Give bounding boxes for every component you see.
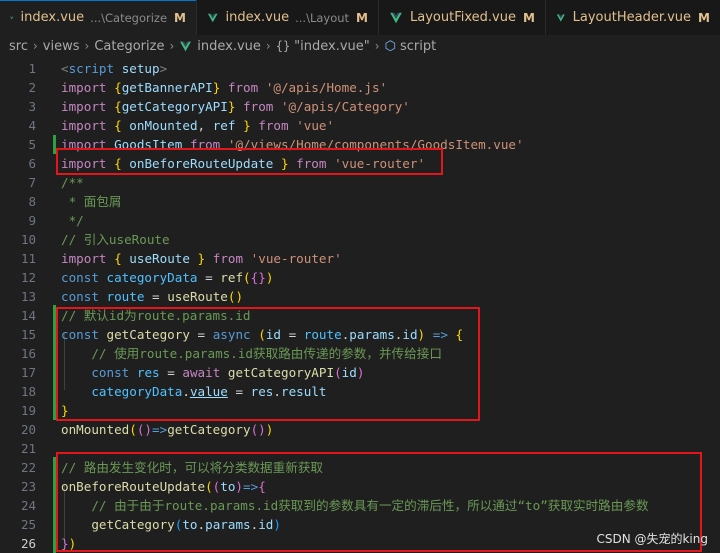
line-number: 5 <box>28 137 36 152</box>
code-line: const categoryData = ref({}) <box>61 270 274 285</box>
tab-layoutheader-vue[interactable]: LayoutHeader.vue M <box>546 0 720 35</box>
line-number: 21 <box>20 441 36 456</box>
code-line: * 面包屑 <box>61 194 122 209</box>
breadcrumb-file[interactable]: index.vue <box>197 39 261 54</box>
modified-badge: M <box>522 10 535 25</box>
modified-badge: M <box>356 10 368 25</box>
chevron-right-icon: › <box>374 39 380 53</box>
line-number: 20 <box>20 422 36 437</box>
vue-file-icon <box>180 41 192 51</box>
line-number: 10 <box>20 232 36 247</box>
breadcrumb: src › views › Categorize › index.vue › {… <box>0 35 720 57</box>
tab-description: ...\Layout <box>295 10 350 25</box>
code-line: onMounted(()=>getCategory()) <box>61 422 274 437</box>
code-editor[interactable]: 1 2 3 4 5 6 7 8 9 10 11 12 13 14 15 16 17 18 19 20 21 22 23 24 2… <box>0 57 720 553</box>
vue-file-icon <box>390 12 402 23</box>
code-line: */ <box>61 213 84 228</box>
line-number: 1 <box>28 61 36 76</box>
line-number: 14 <box>20 308 36 323</box>
code-line: /** <box>61 175 84 190</box>
line-number: 8 <box>28 194 36 209</box>
line-number: 7 <box>28 175 36 190</box>
line-number: 9 <box>28 213 36 228</box>
tab-index-vue-categorize[interactable]: index.vue ...\Categorize M <box>0 0 197 35</box>
line-number: 4 <box>28 118 36 133</box>
code-line: <script setup> <box>61 61 168 76</box>
line-number: 24 <box>20 498 36 513</box>
line-number: 13 <box>20 289 36 304</box>
chevron-right-icon: › <box>265 39 271 53</box>
breadcrumb-symbol[interactable]: "index.vue" <box>294 39 370 54</box>
tab-label: index.vue <box>225 10 290 25</box>
editor-tab-bar: index.vue ...\Categorize M index.vue ...… <box>0 0 720 35</box>
chevron-right-icon: › <box>32 39 38 53</box>
tab-label: LayoutHeader.vue <box>572 10 692 25</box>
symbol-cube-icon: ⬡ <box>384 38 396 54</box>
breadcrumb-script[interactable]: script <box>400 39 436 54</box>
breadcrumb-src[interactable]: src <box>9 39 28 54</box>
highlight-box <box>56 307 480 421</box>
tab-label: LayoutFixed.vue <box>410 10 516 25</box>
watermark: CSDN @失宠的king <box>596 532 708 546</box>
code-line: import {getCategoryAPI} from '@/apis/Cat… <box>61 99 410 114</box>
line-number: 12 <box>20 270 36 285</box>
line-number: 6 <box>28 156 36 171</box>
modified-badge: M <box>174 10 186 25</box>
code-line: // 引入useRoute <box>61 232 170 247</box>
line-number: 22 <box>20 460 36 475</box>
vue-file-icon <box>10 16 14 19</box>
tab-label: index.vue <box>20 10 85 25</box>
line-number: 3 <box>28 99 36 114</box>
breadcrumb-views[interactable]: views <box>43 39 80 54</box>
line-number: 17 <box>20 365 36 380</box>
line-number: 15 <box>20 327 36 342</box>
vue-file-icon <box>556 13 565 22</box>
line-number: 19 <box>20 403 36 418</box>
line-number: 26 <box>20 536 36 551</box>
code-line: import { useRoute } from 'vue-router' <box>61 251 342 266</box>
braces-icon: {} <box>275 39 291 53</box>
modified-badge: M <box>698 10 710 25</box>
line-number: 11 <box>20 251 36 266</box>
tab-index-vue-layout[interactable]: index.vue ...\Layout M <box>197 0 379 35</box>
line-number: 16 <box>20 346 36 361</box>
line-number: 18 <box>20 384 36 399</box>
vue-file-icon <box>207 13 218 22</box>
line-number: 2 <box>28 80 36 95</box>
line-number-gutter: 1 2 3 4 5 6 7 8 9 10 11 12 13 14 15 16 17 18 19 20 21 22 23 24 2… <box>0 57 48 553</box>
highlight-box <box>56 148 443 175</box>
chevron-right-icon: › <box>84 39 90 53</box>
tab-description: ...\Categorize <box>90 10 168 25</box>
code-line: const route = useRoute() <box>61 289 244 304</box>
line-number: 25 <box>20 517 36 532</box>
code-line: import {getBannerAPI} from '@/apis/Home.… <box>61 80 388 95</box>
code-line: import { onMounted, ref } from 'vue' <box>61 118 335 133</box>
tab-layoutfixed-vue[interactable]: LayoutFixed.vue M <box>379 0 546 35</box>
line-number: 23 <box>20 479 36 494</box>
chevron-right-icon: › <box>169 39 175 53</box>
breadcrumb-categorize[interactable]: Categorize <box>94 39 164 54</box>
